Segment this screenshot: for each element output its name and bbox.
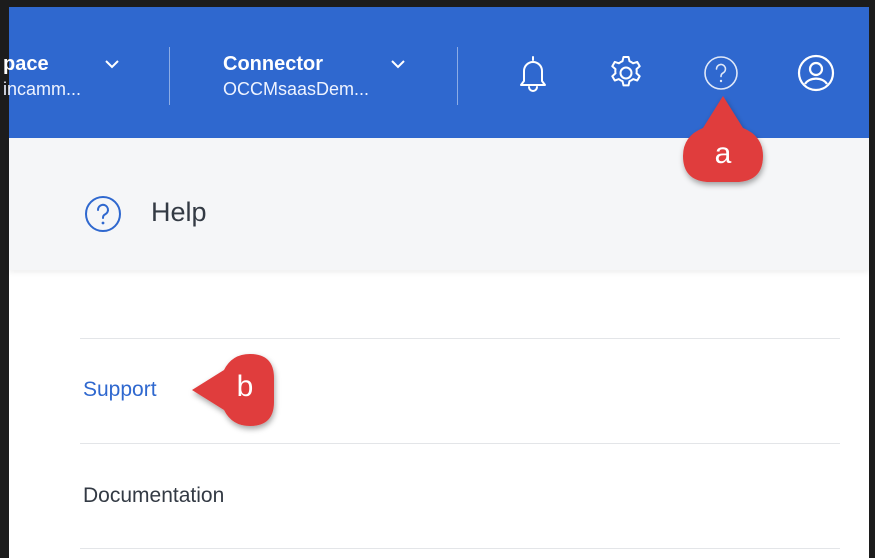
header-divider [457, 47, 458, 105]
help-icon[interactable] [699, 51, 743, 95]
chevron-down-icon [389, 57, 407, 76]
bell-icon[interactable] [511, 51, 555, 95]
callout-a: a [677, 92, 769, 188]
workspace-selector[interactable]: pace incamm... [3, 53, 153, 113]
connector-label: Connector [223, 53, 323, 75]
gear-icon[interactable] [604, 51, 648, 95]
callout-letter: b [236, 370, 254, 403]
workspace-value: incamm... [3, 79, 82, 99]
callout-letter: a [714, 137, 732, 170]
window-frame-right [869, 0, 875, 558]
menu-divider [80, 548, 840, 549]
window-frame-top [0, 0, 875, 7]
user-icon[interactable] [794, 51, 838, 95]
help-panel-title: Help [151, 197, 207, 227]
workspace-label: pace [3, 53, 49, 75]
chevron-down-icon [103, 57, 121, 76]
connector-value: OCCMsaasDem... [223, 79, 370, 99]
help-icon [81, 192, 125, 236]
menu-divider [80, 338, 840, 339]
support-link[interactable]: Support [83, 378, 157, 402]
header-divider [169, 47, 170, 105]
documentation-link[interactable]: Documentation [83, 484, 224, 508]
connector-selector[interactable]: Connector OCCMsaasDem... [223, 53, 423, 113]
callout-b: b [188, 350, 280, 432]
menu-divider [80, 443, 840, 444]
